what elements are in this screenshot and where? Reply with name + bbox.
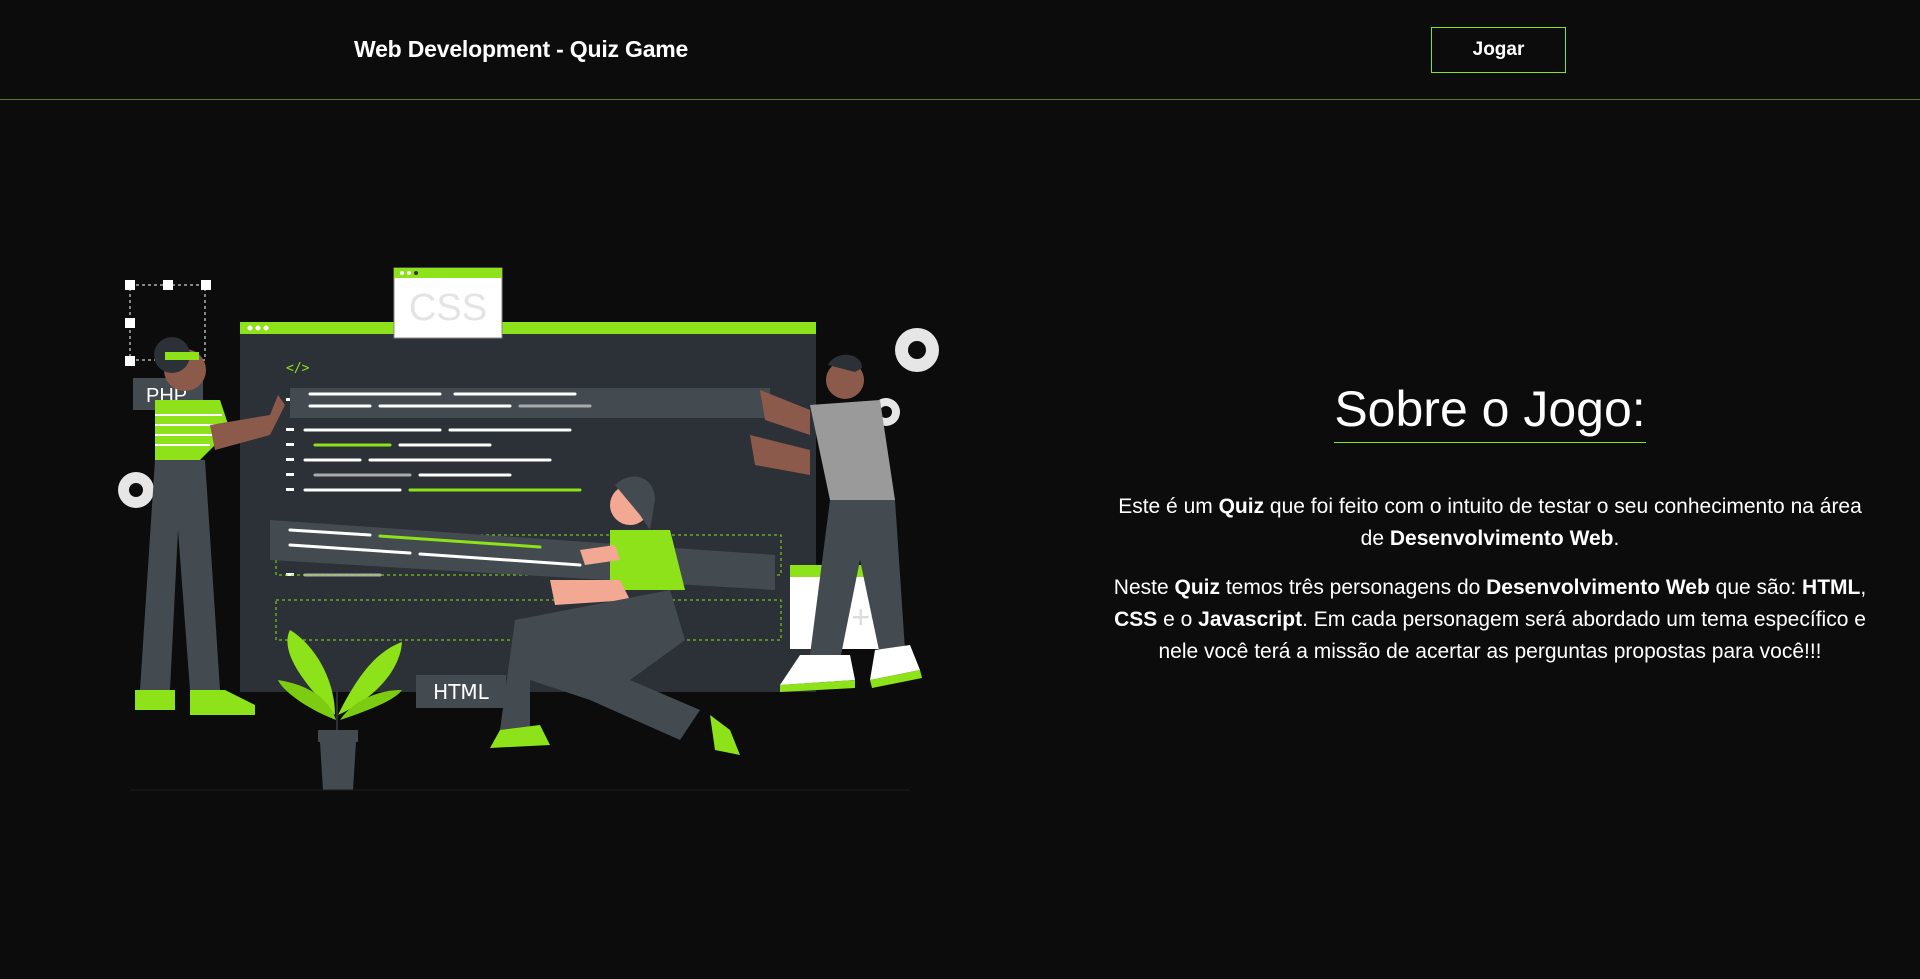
about-paragraph-2: Neste Quiz temos três personagens do Des…	[1113, 576, 1867, 663]
about-title: Sobre o Jogo:	[1334, 380, 1646, 443]
css-window-label: CSS	[409, 287, 487, 329]
play-button[interactable]: Jogar	[1431, 27, 1566, 73]
html-tag-label: HTML	[433, 680, 490, 704]
brand-title: Web Development - Quiz Game	[354, 36, 689, 62]
css-window: CSS	[393, 267, 503, 339]
web-development-illustration: </> CSS PHP ++ HTML	[118, 267, 939, 791]
code-icon: </>	[286, 361, 310, 376]
top-navbar: Web Development - Quiz Game Jogar	[0, 0, 1920, 100]
about-paragraph-1: Este é um Quiz que foi feito com o intui…	[1118, 495, 1862, 550]
about-section: Sobre o Jogo: Este é um Quiz que foi fei…	[1110, 380, 1870, 685]
